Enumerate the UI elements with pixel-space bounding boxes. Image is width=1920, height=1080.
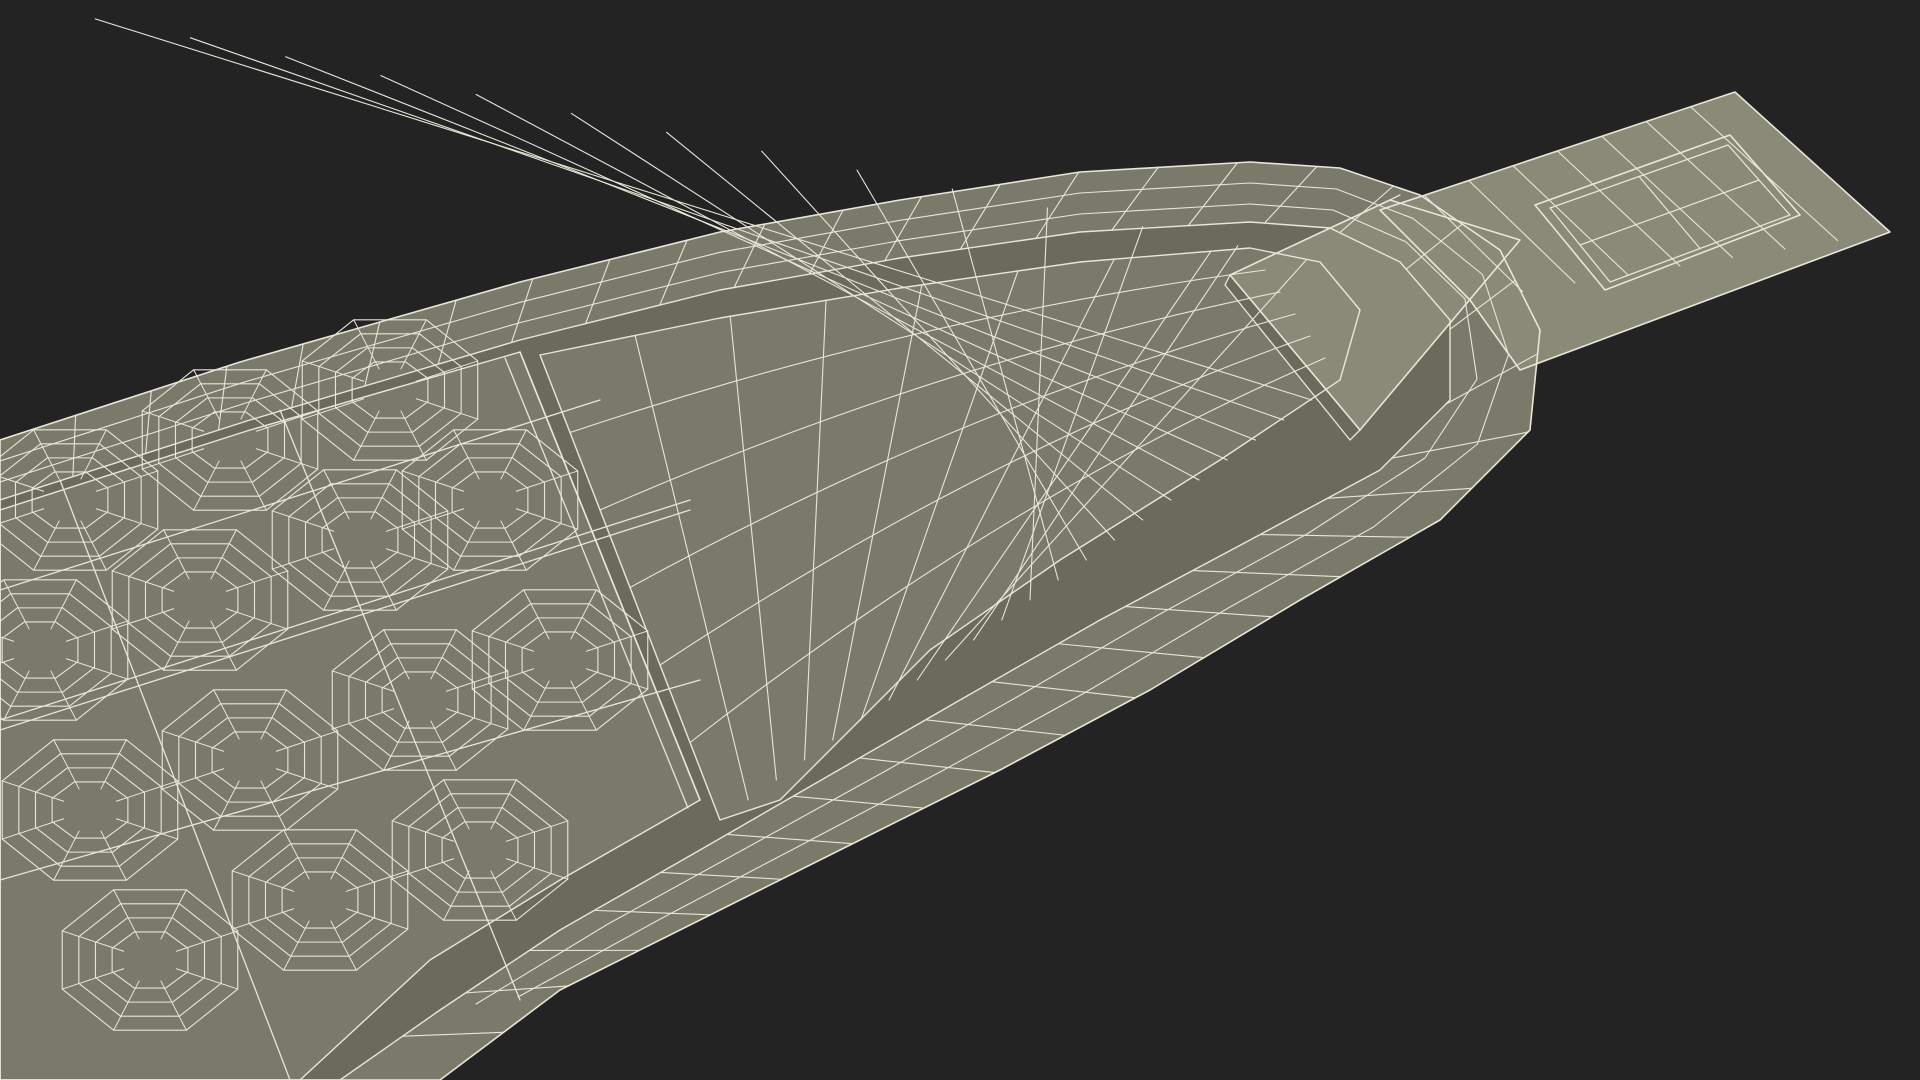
wireframe-model-render <box>0 18 1891 1080</box>
render-viewport <box>0 0 1920 1080</box>
